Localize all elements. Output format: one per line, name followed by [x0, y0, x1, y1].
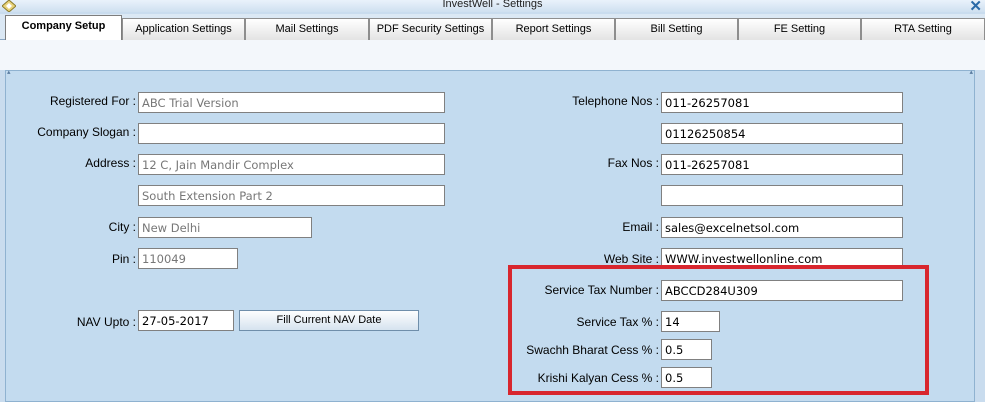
panel-corner-icon: ▴: [969, 69, 973, 76]
panel-corner-icon: ▴: [7, 69, 11, 76]
nav-upto-date-input[interactable]: [138, 310, 234, 331]
address-label: Address :: [85, 156, 136, 170]
fill-current-nav-date-button[interactable]: Fill Current NAV Date: [239, 310, 419, 331]
city-label: City :: [108, 220, 136, 234]
address-line2-input[interactable]: [138, 185, 445, 206]
window-title: InvestWell - Settings: [442, 0, 543, 10]
highlight-box: [508, 265, 929, 395]
email-input[interactable]: [661, 217, 903, 238]
telephone-label: Telephone Nos :: [572, 94, 659, 108]
company-slogan-label: Company Slogan :: [37, 125, 136, 139]
address-line1-input[interactable]: [138, 154, 445, 175]
close-icon[interactable]: ✕: [969, 0, 982, 15]
tab-pdf-security-settings[interactable]: PDF Security Settings: [369, 18, 492, 40]
telephone-input-2[interactable]: [661, 123, 903, 144]
tab-rta-setting[interactable]: RTA Setting: [861, 18, 985, 40]
tab-application-settings[interactable]: Application Settings: [122, 18, 245, 40]
city-input[interactable]: [138, 217, 312, 238]
tab-bill-setting[interactable]: Bill Setting: [615, 18, 738, 40]
pin-input[interactable]: [138, 248, 238, 269]
telephone-input-1[interactable]: [661, 92, 903, 113]
fax-label: Fax Nos :: [607, 156, 659, 170]
tab-mail-settings[interactable]: Mail Settings: [245, 18, 369, 40]
fax-input-2[interactable]: [661, 185, 903, 206]
tab-report-settings[interactable]: Report Settings: [492, 18, 615, 40]
fax-input-1[interactable]: [661, 154, 903, 175]
pin-label: Pin :: [111, 252, 136, 266]
title-bar: InvestWell - Settings ✕: [0, 0, 985, 15]
company-slogan-input[interactable]: [138, 123, 445, 144]
tab-company-setup[interactable]: Company Setup: [5, 15, 122, 41]
tab-content-header: [0, 40, 985, 70]
registered-for-label: Registered For :: [49, 94, 136, 108]
nav-upto-label: NAV Upto :: [76, 315, 136, 329]
registered-for-input[interactable]: [138, 92, 445, 113]
email-label: Email :: [622, 220, 659, 234]
tab-bar: Company Setup Application Settings Mail …: [0, 14, 985, 41]
tab-fe-setting[interactable]: FE Setting: [738, 18, 861, 40]
